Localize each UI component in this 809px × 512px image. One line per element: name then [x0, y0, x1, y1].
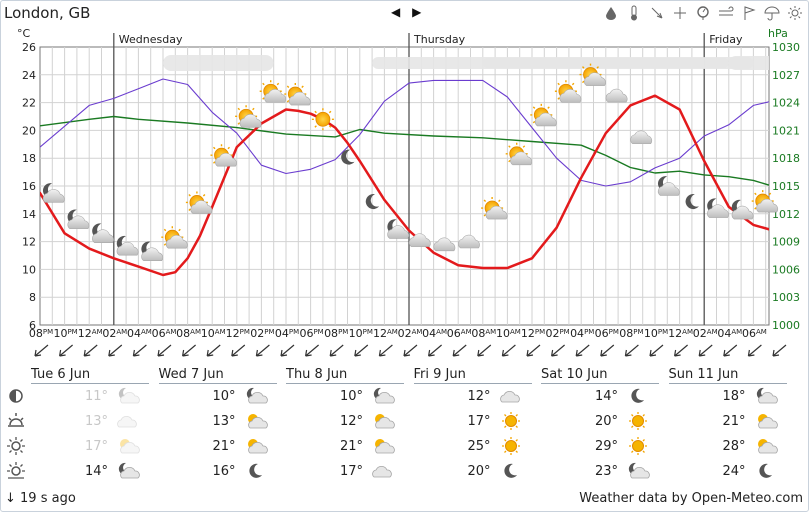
last-updated: ↓ 19 s ago [5, 491, 76, 506]
temperature-value: 13° [212, 414, 236, 429]
temperature-value: 13° [84, 414, 108, 429]
moon-phase-icon [6, 386, 26, 406]
night-partly-cloudy-icon [116, 386, 140, 406]
temperature-value: 12° [467, 389, 491, 404]
temperature-value: 29° [594, 439, 618, 454]
night-partly-cloudy-icon [244, 386, 268, 406]
temperature-value: 21° [212, 439, 236, 454]
night-partly-cloudy-icon [371, 386, 395, 406]
forecast-row: 25° [414, 436, 541, 456]
temperature-value: 25° [467, 439, 491, 454]
temperature-value: 14° [84, 464, 108, 479]
forecast-row: 17° [414, 411, 541, 431]
cloudy-icon [116, 411, 140, 431]
forecast-row: 29° [541, 436, 668, 456]
sun-icon [499, 411, 523, 431]
temperature-value: 17° [339, 464, 363, 479]
day-column: Sat 10 Jun 14° 20° 29° 23° [541, 367, 668, 482]
forecast-row: 21° [669, 411, 796, 431]
day-column: Thu 8 Jun 10° 12° 21° 17° [286, 367, 413, 482]
temperature-value: 14° [594, 389, 618, 404]
partly-cloudy-icon [244, 411, 268, 431]
sun-icon [499, 436, 523, 456]
forecast-row: 13° [31, 411, 158, 431]
forecast-row: 12° [286, 411, 413, 431]
moon-icon [626, 386, 650, 406]
temperature-value: 17° [467, 414, 491, 429]
temperature-value: 20° [594, 414, 618, 429]
temperature-value: 10° [339, 389, 363, 404]
forecast-row: 18° [669, 386, 796, 406]
moon-icon [244, 461, 268, 481]
partly-cloudy-icon [754, 411, 778, 431]
forecast-row: 10° [286, 386, 413, 406]
sun-icon [626, 411, 650, 431]
temperature-value: 17° [84, 439, 108, 454]
forecast-row: 23° [541, 461, 668, 481]
forecast-row: 20° [414, 461, 541, 481]
forecast-row: 14° [31, 461, 158, 481]
forecast-row: 21° [286, 436, 413, 456]
forecast-row: 12° [414, 386, 541, 406]
temperature-value: 10° [212, 389, 236, 404]
temperature-value: 28° [722, 439, 746, 454]
day-divider [286, 383, 404, 384]
moon-icon [499, 461, 523, 481]
sun-icon [626, 436, 650, 456]
daily-forecast: Tue 6 Jun 11° 13° 17° 14° Wed 7 Jun 10° 13° 21° 1… [0, 0, 809, 490]
moon-icon [754, 461, 778, 481]
forecast-row: 10° [159, 386, 286, 406]
night-partly-cloudy-icon [116, 461, 140, 481]
forecast-row: 14° [541, 386, 668, 406]
forecast-row: 16° [159, 461, 286, 481]
sun-noon-icon [6, 436, 26, 456]
temperature-value: 23° [594, 464, 618, 479]
day-column: Wed 7 Jun 10° 13° 21° 16° [158, 367, 286, 482]
partly-cloudy-icon [244, 436, 268, 456]
sunset-icon [6, 461, 26, 481]
day-divider [158, 383, 277, 384]
temperature-value: 21° [339, 439, 363, 454]
night-partly-cloudy-icon [626, 461, 650, 481]
night-partly-cloudy-icon [754, 386, 778, 406]
temperature-value: 16° [212, 464, 236, 479]
day-divider [31, 383, 149, 384]
forecast-row: 20° [541, 411, 668, 431]
day-name: Sat 10 Jun [541, 367, 608, 382]
forecast-row: 28° [669, 436, 796, 456]
forecast-row: 13° [159, 411, 286, 431]
forecast-row: 11° [31, 386, 158, 406]
day-divider [413, 383, 532, 384]
temperature-value: 24° [722, 464, 746, 479]
sunrise-icon [6, 411, 26, 431]
day-column: Tue 6 Jun 11° 13° 17° 14° [31, 367, 158, 482]
partly-cloudy-icon [371, 411, 395, 431]
day-name: Thu 8 Jun [286, 367, 348, 382]
forecast-row: 17° [286, 461, 413, 481]
partly-cloudy-icon [116, 436, 140, 456]
day-column: Fri 9 Jun 12° 17° 25° 20° [413, 367, 541, 482]
data-credit[interactable]: Weather data by Open-Meteo.com [579, 491, 803, 506]
partly-cloudy-icon [754, 436, 778, 456]
temperature-value: 12° [339, 414, 363, 429]
forecast-row: 24° [669, 461, 796, 481]
day-name: Tue 6 Jun [31, 367, 91, 382]
cloudy-icon [371, 461, 395, 481]
day-name: Fri 9 Jun [413, 367, 466, 382]
temperature-value: 11° [84, 389, 108, 404]
partly-cloudy-icon [371, 436, 395, 456]
forecast-row: 17° [31, 436, 158, 456]
day-divider [541, 383, 659, 384]
day-divider [668, 383, 787, 384]
cloudy-icon [499, 386, 523, 406]
day-column: Sun 11 Jun 18° 21° 28° 24° [668, 367, 796, 482]
forecast-row: 21° [159, 436, 286, 456]
temperature-value: 20° [467, 464, 491, 479]
temperature-value: 21° [722, 414, 746, 429]
day-name: Sun 11 Jun [668, 367, 739, 382]
temperature-value: 18° [722, 389, 746, 404]
day-name: Wed 7 Jun [158, 367, 224, 382]
